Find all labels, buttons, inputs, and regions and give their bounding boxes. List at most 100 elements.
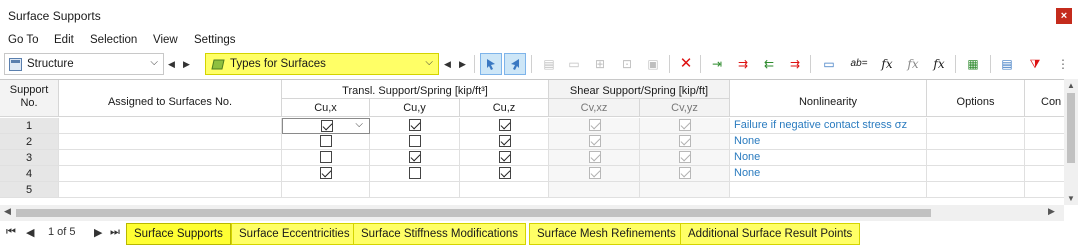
- delete-icon[interactable]: ✕: [675, 53, 697, 75]
- cell-cvxz[interactable]: [549, 166, 640, 182]
- col-header-options[interactable]: Options: [927, 80, 1025, 117]
- cell-cux[interactable]: [282, 182, 370, 198]
- horizontal-scrollbar[interactable]: ◀ ▶: [0, 205, 1064, 221]
- cell-comment[interactable]: [1025, 118, 1064, 134]
- nonlinearity-link[interactable]: None: [734, 135, 760, 147]
- nonlinearity-link[interactable]: None: [734, 151, 760, 163]
- filter-clear-icon[interactable]: ⧩: [1024, 53, 1046, 75]
- formula-edit-icon[interactable]: fx: [902, 53, 924, 75]
- cell-assigned[interactable]: [59, 118, 282, 134]
- menu-view[interactable]: View: [153, 34, 178, 46]
- col-header-cux[interactable]: Cu,x: [282, 99, 370, 117]
- cell-cux[interactable]: [282, 134, 370, 150]
- cell-nonlinearity[interactable]: None: [730, 134, 927, 150]
- prev-arrow-icon[interactable]: ◀: [164, 53, 179, 75]
- menu-settings[interactable]: Settings: [194, 34, 236, 46]
- cell-cuy[interactable]: [370, 118, 460, 134]
- scroll-up-icon[interactable]: ▲: [1064, 81, 1078, 90]
- more-icon[interactable]: ⋮: [1052, 53, 1074, 75]
- cell-cvyz[interactable]: [640, 118, 730, 134]
- cell-cvyz[interactable]: [640, 150, 730, 166]
- next-arrow-icon[interactable]: ▶: [455, 53, 470, 75]
- cell-options[interactable]: [927, 118, 1025, 134]
- tab-surface-mesh-refinements[interactable]: Surface Mesh Refinements: [529, 223, 684, 245]
- export-excel-icon[interactable]: ▦: [962, 53, 984, 75]
- cell-nonlinearity[interactable]: None: [730, 166, 927, 182]
- view-icon[interactable]: ▭: [818, 53, 840, 75]
- insert-row-icon[interactable]: ▭: [563, 53, 585, 75]
- first-page-icon[interactable]: ⏮: [6, 226, 16, 239]
- types-combo[interactable]: Types for Surfaces ⌵: [205, 53, 439, 75]
- cell-cux[interactable]: [282, 166, 370, 182]
- prev-arrow-icon[interactable]: ◀: [440, 53, 455, 75]
- cell-cvxz[interactable]: [549, 150, 640, 166]
- checkbox-cux[interactable]: [320, 167, 332, 179]
- formula-manager-icon[interactable]: fx: [928, 53, 950, 75]
- cell-options[interactable]: [927, 150, 1025, 166]
- cell-comment[interactable]: [1025, 166, 1064, 182]
- cell-nonlinearity[interactable]: [730, 182, 927, 198]
- vertical-scroll-thumb[interactable]: [1067, 93, 1075, 163]
- cell-assigned[interactable]: [59, 134, 282, 150]
- cell-nonlinearity[interactable]: None: [730, 150, 927, 166]
- scroll-right-icon[interactable]: ▶: [1048, 206, 1055, 217]
- cell-comment[interactable]: [1025, 134, 1064, 150]
- last-page-icon[interactable]: ⏭: [110, 226, 120, 239]
- chevron-down-icon[interactable]: ⌵: [355, 119, 363, 130]
- menu-edit[interactable]: Edit: [54, 34, 74, 46]
- checkbox-cuy[interactable]: [409, 151, 421, 163]
- tab-surface-supports[interactable]: Surface Supports: [126, 223, 231, 245]
- copy-row-icon[interactable]: ⊡: [616, 53, 638, 75]
- delete-rows-icon[interactable]: ▣: [642, 53, 664, 75]
- cell-cvxz[interactable]: [549, 182, 640, 198]
- pick-arrow-icon[interactable]: [504, 53, 526, 75]
- checkbox-cuz[interactable]: [498, 151, 511, 163]
- cell-cuy[interactable]: [370, 134, 460, 150]
- cell-assigned[interactable]: [59, 150, 282, 166]
- checkbox-cuy[interactable]: [409, 167, 421, 179]
- tab-surface-stiffness-modifications[interactable]: Surface Stiffness Modifications: [353, 223, 527, 245]
- cell-cuz[interactable]: [460, 150, 549, 166]
- vertical-scrollbar[interactable]: ▲ ▼: [1064, 79, 1078, 205]
- cell-cuy[interactable]: [370, 150, 460, 166]
- cell-options[interactable]: [927, 182, 1025, 198]
- cell-cuz[interactable]: [460, 166, 549, 182]
- remove-icon[interactable]: ⇉: [732, 53, 754, 75]
- col-header-cuy[interactable]: Cu,y: [370, 99, 460, 117]
- cell-cvxz[interactable]: [549, 118, 640, 134]
- cell-comment[interactable]: [1025, 150, 1064, 166]
- import-icon[interactable]: ⇥: [706, 53, 728, 75]
- move-right-icon[interactable]: ⇉: [784, 53, 806, 75]
- cell-nonlinearity[interactable]: Failure if negative contact stress σz: [730, 118, 927, 134]
- tab-additional-surface-result-points[interactable]: Additional Surface Result Points: [680, 223, 861, 245]
- horizontal-scroll-thumb[interactable]: [16, 209, 931, 217]
- checkbox-cuz[interactable]: [498, 119, 511, 131]
- cell-cuz[interactable]: [460, 118, 549, 134]
- tab-surface-eccentricities[interactable]: Surface Eccentricities: [231, 223, 358, 245]
- text-format-icon[interactable]: ab=: [848, 53, 870, 75]
- menu-selection[interactable]: Selection: [90, 34, 137, 46]
- col-header-cvxz[interactable]: Cv,xz: [549, 99, 640, 117]
- checkbox-cux[interactable]: [320, 151, 332, 163]
- cell-comment[interactable]: [1025, 182, 1064, 198]
- col-header-nonlinearity[interactable]: Nonlinearity: [730, 80, 927, 117]
- cell-assigned[interactable]: [59, 166, 282, 182]
- cell-cux[interactable]: [282, 150, 370, 166]
- cell-options[interactable]: [927, 166, 1025, 182]
- next-page-icon[interactable]: ▶: [94, 226, 102, 239]
- col-header-cvyz[interactable]: Cv,yz: [640, 99, 730, 117]
- checkbox-cuz[interactable]: [498, 167, 511, 179]
- cell-cvxz[interactable]: [549, 134, 640, 150]
- cell-cuz[interactable]: [460, 182, 549, 198]
- cell-cuz[interactable]: [460, 134, 549, 150]
- next-arrow-icon[interactable]: ▶: [179, 53, 194, 75]
- col-header-comment[interactable]: Con: [1025, 80, 1064, 117]
- cell-cux[interactable]: ⌵: [282, 118, 370, 134]
- col-header-assigned[interactable]: Assigned to Surfaces No.: [59, 80, 282, 117]
- checkbox-cux[interactable]: [321, 120, 333, 132]
- menu-go-to[interactable]: Go To: [8, 34, 38, 46]
- col-header-cuz[interactable]: Cu,z: [460, 99, 549, 117]
- cell-options[interactable]: [927, 134, 1025, 150]
- close-icon[interactable]: ×: [1056, 8, 1072, 24]
- cell-cuy[interactable]: [370, 182, 460, 198]
